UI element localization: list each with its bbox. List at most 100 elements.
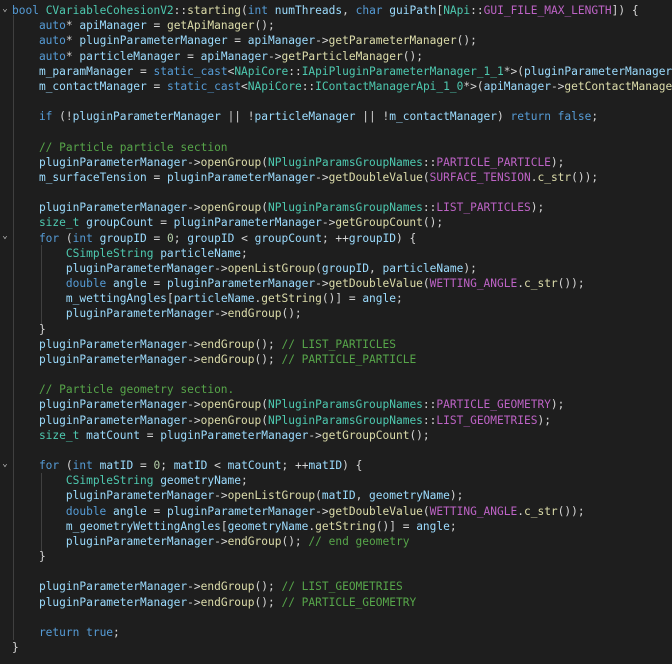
code-token: ()] = bbox=[321, 292, 363, 306]
code-token: -> bbox=[550, 79, 565, 93]
code-token: pluginParameterManager bbox=[38, 352, 188, 366]
code-token: = bbox=[227, 34, 248, 48]
code-line[interactable]: double angle = pluginParameterManager->g… bbox=[12, 276, 585, 291]
code-token: = bbox=[146, 277, 167, 291]
code-token: = bbox=[133, 459, 154, 473]
code-token: numThreads bbox=[274, 4, 343, 17]
code-line[interactable]: size_t matCount = pluginParameterManager… bbox=[12, 428, 430, 443]
code-line[interactable]: CSimpleString geometryName; bbox=[12, 473, 248, 488]
code-line[interactable]: pluginParameterManager->endGroup(); // L… bbox=[12, 579, 403, 594]
code-token: LIST_PARTICLES bbox=[436, 201, 531, 215]
chevron-down-icon[interactable]: ⌄ bbox=[0, 2, 10, 17]
code-line[interactable]: pluginParameterManager->openGroup(NPlugi… bbox=[12, 200, 544, 215]
code-token: NApiCore bbox=[234, 64, 289, 78]
code-line[interactable]: double angle = pluginParameterManager->g… bbox=[12, 504, 585, 519]
code-token: openGroup bbox=[200, 413, 262, 427]
editor-gutter: ⌄ ⌄ ⌄ bbox=[0, 0, 12, 664]
chevron-down-icon[interactable]: ⌄ bbox=[0, 229, 10, 244]
code-line[interactable]: m_paramManager = static_cast<NApiCore::I… bbox=[12, 64, 672, 79]
code-token: GUI_FILE_MAX_LENGTH bbox=[483, 4, 612, 17]
code-token: pluginParameterManager bbox=[65, 261, 215, 275]
code-line[interactable]: size_t groupCount = pluginParameterManag… bbox=[12, 215, 443, 230]
code-line[interactable]: } bbox=[12, 322, 46, 337]
code-token: = bbox=[180, 49, 201, 63]
code-token: ( bbox=[315, 261, 322, 275]
code-token: ( bbox=[422, 277, 430, 291]
code-token: ) bbox=[497, 110, 511, 124]
code-token: size_t bbox=[12, 428, 87, 442]
code-line[interactable]: auto* pluginParameterManager = apiManage… bbox=[12, 33, 477, 48]
code-token: LIST_GEOMETRIES bbox=[436, 413, 538, 427]
code-token: -> bbox=[187, 352, 201, 366]
code-line[interactable]: auto* particleManager = apiManager->getP… bbox=[12, 49, 423, 64]
code-line[interactable]: for (int groupID = 0; groupID < groupCou… bbox=[12, 231, 416, 246]
code-line[interactable]: pluginParameterManager->endGroup(); // e… bbox=[12, 534, 410, 549]
code-token: angle bbox=[362, 292, 396, 306]
code-line[interactable]: m_wettingAngles[particleName.getString()… bbox=[12, 291, 403, 306]
code-line[interactable]: // Particle particle section bbox=[12, 140, 228, 155]
code-token: ( bbox=[261, 155, 268, 169]
code-line[interactable]: pluginParameterManager->openListGroup(ma… bbox=[12, 488, 463, 503]
code-token: SURFACE_TENSION bbox=[429, 170, 531, 184]
code-token: (); bbox=[254, 595, 282, 609]
code-token: -> bbox=[187, 337, 201, 351]
code-line[interactable]: // Particle geometry section. bbox=[12, 382, 234, 397]
code-token: ( bbox=[261, 398, 268, 412]
code-editor[interactable]: ⌄ ⌄ ⌄ bool CVariableCohesionV2::starting… bbox=[0, 0, 672, 664]
code-token: :: bbox=[301, 79, 316, 93]
code-token: -> bbox=[321, 216, 336, 230]
code-line[interactable]: pluginParameterManager->endGroup(); // P… bbox=[12, 352, 416, 367]
code-token: groupID bbox=[348, 231, 397, 245]
code-line[interactable]: auto* apiManager = getApiManager(); bbox=[12, 18, 275, 33]
code-line[interactable]: pluginParameterManager->openGroup(NPlugi… bbox=[12, 413, 551, 428]
code-line[interactable]: for (int matID = 0; matID < matCount; ++… bbox=[12, 458, 362, 473]
code-line[interactable]: if (!pluginParameterManager || !particle… bbox=[12, 109, 598, 124]
code-line[interactable]: } bbox=[12, 640, 19, 655]
code-token: pluginParameterManager bbox=[38, 201, 188, 215]
code-line[interactable]: m_geometryWettingAngles[geometryName.get… bbox=[12, 519, 457, 534]
code-line[interactable]: CSimpleString particleName; bbox=[12, 246, 248, 261]
code-line[interactable]: pluginParameterManager->openGroup(NPlugi… bbox=[12, 155, 564, 170]
code-line[interactable]: m_surfaceTension = pluginParameterManage… bbox=[12, 170, 598, 185]
code-token: } bbox=[12, 322, 46, 336]
code-line[interactable]: return true; bbox=[12, 625, 120, 640]
code-line[interactable]: bool CVariableCohesionV2::starting(int n… bbox=[12, 3, 639, 18]
code-token: matID bbox=[99, 459, 134, 473]
code-token: ( bbox=[261, 201, 268, 215]
code-token: apiManager bbox=[200, 49, 268, 63]
code-token: c_str bbox=[537, 170, 572, 184]
code-token: double bbox=[12, 504, 114, 518]
code-line[interactable]: pluginParameterManager->endGroup(); bbox=[12, 306, 302, 321]
code-token: -> bbox=[268, 49, 282, 63]
code-line[interactable]: pluginParameterManager->openGroup(NPlugi… bbox=[12, 397, 564, 412]
code-token: particleName bbox=[173, 292, 255, 306]
code-token: if bbox=[12, 110, 60, 124]
code-token: (); bbox=[281, 534, 309, 548]
code-token: ( bbox=[65, 231, 73, 245]
chevron-down-icon[interactable]: ⌄ bbox=[0, 457, 10, 472]
code-token: ()); bbox=[571, 170, 599, 184]
code-token: ( bbox=[65, 459, 73, 473]
code-token: particleName bbox=[160, 246, 242, 260]
code-token: // end geometry bbox=[308, 534, 410, 548]
code-line[interactable]: pluginParameterManager->endGroup(); // P… bbox=[12, 595, 416, 610]
code-line[interactable]: } bbox=[12, 549, 46, 564]
code-token: pluginParameterManager bbox=[173, 216, 322, 230]
code-token: ; bbox=[241, 246, 248, 260]
code-token: 0 bbox=[166, 231, 174, 245]
code-line[interactable]: pluginParameterManager->endGroup(); // L… bbox=[12, 337, 396, 352]
code-token: -> bbox=[315, 504, 329, 518]
code-token: m_surfaceTension bbox=[38, 170, 147, 184]
code-token: m_contactManager bbox=[38, 79, 147, 93]
code-line[interactable]: m_contactManager = static_cast<NApiCore:… bbox=[12, 79, 672, 94]
code-token: * bbox=[65, 49, 80, 63]
code-token: auto bbox=[12, 19, 66, 33]
code-line[interactable]: pluginParameterManager->openListGroup(gr… bbox=[12, 261, 477, 276]
code-token: ; bbox=[173, 231, 188, 245]
code-token: [ bbox=[166, 292, 174, 306]
